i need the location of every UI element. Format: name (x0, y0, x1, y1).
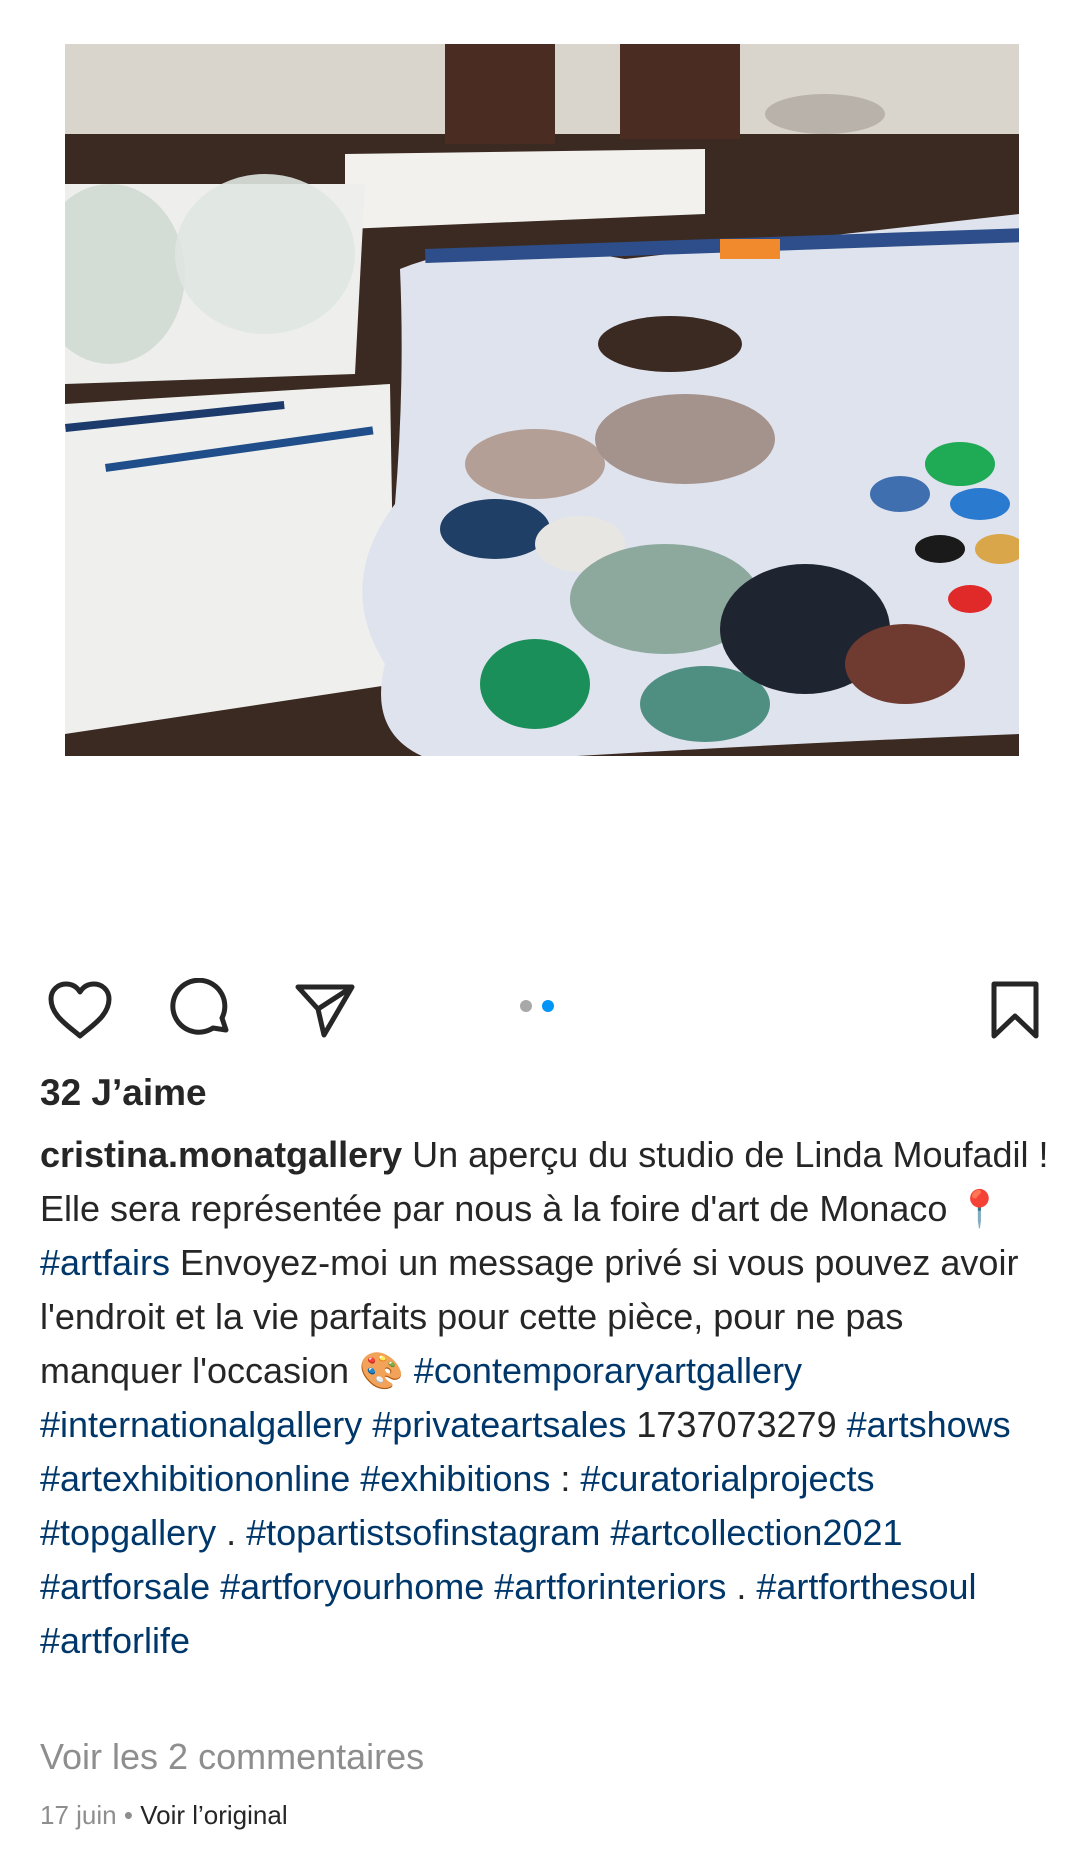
hashtag-link[interactable]: #topartistsofinstagram (246, 1512, 600, 1553)
caption-text: Un aperçu du studio de Linda Moufadil ! … (40, 1134, 1049, 1661)
carousel-indicator (520, 1000, 554, 1012)
caption-segment (350, 1458, 360, 1499)
see-original-link[interactable]: Voir l’original (140, 1800, 287, 1830)
caption-segment (600, 1512, 610, 1553)
hashtag-link[interactable]: #artfairs (40, 1242, 170, 1283)
hashtag-link[interactable]: #artforinteriors (494, 1566, 726, 1607)
caption-segment (484, 1566, 494, 1607)
hashtag-link[interactable]: #artshows (847, 1404, 1011, 1445)
hashtag-link[interactable]: #artforlife (40, 1620, 190, 1661)
caption-segment: : (550, 1458, 581, 1499)
post-date: 17 juin (40, 1800, 117, 1830)
caption-segment: . (726, 1566, 757, 1607)
hashtag-link[interactable]: #artcollection2021 (610, 1512, 902, 1553)
comment-icon (170, 978, 229, 1035)
carousel-dot (520, 1000, 532, 1012)
share-button[interactable] (285, 970, 365, 1050)
comment-button[interactable] (162, 970, 242, 1050)
hashtag-link[interactable]: #contemporaryartgallery (414, 1350, 802, 1391)
caption-segment (210, 1566, 220, 1607)
likes-count[interactable]: 32 J’aime (40, 1072, 207, 1114)
hashtag-link[interactable]: #exhibitions (360, 1458, 550, 1499)
hashtag-link[interactable]: #artforyourhome (220, 1566, 484, 1607)
post-meta: 17 juin • Voir l’original (40, 1800, 288, 1831)
caption-segment: 1737073279 (626, 1404, 847, 1445)
post-photo[interactable] (65, 44, 1019, 756)
hashtag-link[interactable]: #artforthesoul (756, 1566, 976, 1607)
caption-segment (362, 1404, 372, 1445)
hashtag-link[interactable]: #internationalgallery (40, 1404, 362, 1445)
post-media[interactable] (0, 0, 1080, 940)
hashtag-link[interactable]: #artexhibitiononline (40, 1458, 350, 1499)
heart-icon (48, 981, 112, 1039)
hashtag-link[interactable]: #curatorialprojects (580, 1458, 874, 1499)
caption-username[interactable]: cristina.monatgallery (40, 1134, 402, 1175)
bookmark-icon (991, 981, 1039, 1039)
caption-segment: . (216, 1512, 247, 1553)
hashtag-link[interactable]: #artforsale (40, 1566, 210, 1607)
hashtag-link[interactable]: #topgallery (40, 1512, 216, 1553)
hashtag-link[interactable]: #privateartsales (372, 1404, 626, 1445)
like-button[interactable] (40, 970, 120, 1050)
save-button[interactable] (975, 970, 1055, 1050)
post-caption: cristina.monatgallery Un aperçu du studi… (40, 1128, 1050, 1668)
meta-separator: • (123, 1800, 133, 1830)
send-icon (295, 984, 355, 1038)
palette-photo-illustration (65, 44, 1019, 756)
carousel-dot-active (542, 1000, 554, 1012)
view-comments-link[interactable]: Voir les 2 commentaires (40, 1736, 424, 1778)
